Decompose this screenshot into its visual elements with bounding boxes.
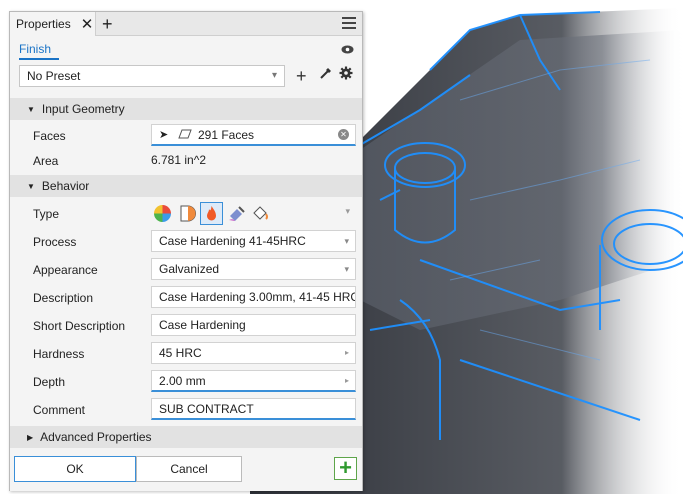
hardness-value: 45 HRC [159, 346, 202, 360]
section-input-geometry-label: Input Geometry [41, 102, 125, 116]
section-advanced-label: Advanced Properties [40, 430, 152, 444]
area-value: 6.781 in^2 [151, 153, 207, 167]
gear-icon[interactable] [339, 66, 353, 86]
faces-label: Faces [33, 129, 66, 143]
process-value: Case Hardening 41-45HRC [159, 234, 306, 248]
add-tab-icon[interactable]: + [102, 14, 113, 34]
depth-label: Depth [33, 375, 66, 389]
clear-icon[interactable]: ✕ [338, 129, 349, 140]
comment-input[interactable]: SUB CONTRACT [151, 398, 356, 420]
finish-underline [19, 58, 59, 60]
face-icon [178, 125, 192, 144]
depth-input[interactable]: 2.00 mm ▸ [151, 370, 356, 392]
paint-bucket-icon[interactable] [251, 204, 270, 223]
section-behavior[interactable]: ▼ Behavior [10, 175, 362, 197]
type-label: Type [33, 207, 60, 221]
paint-finish-icon[interactable] [227, 204, 246, 223]
short-description-row: Short Description Case Hardening [10, 312, 362, 339]
close-icon[interactable]: ✕ [81, 17, 94, 32]
appearance-label: Appearance [33, 263, 98, 277]
chevron-down-icon[interactable]: ▾ [345, 206, 350, 217]
process-label: Process [33, 235, 77, 249]
faces-row: Faces ➤ 291 Faces ✕ [10, 122, 362, 149]
pointer-icon: ➤ [159, 129, 169, 141]
faces-value: 291 Faces [198, 128, 255, 142]
dialog-footer: OK Cancel + [10, 449, 362, 491]
hardness-row: Hardness 45 HRC ▸ [10, 340, 362, 367]
process-dropdown[interactable]: Case Hardening 41-45HRC ▾ [151, 230, 356, 252]
chevron-right-icon[interactable]: ▸ [345, 371, 349, 390]
short-description-input[interactable]: Case Hardening [151, 314, 356, 336]
chevron-down-icon: ▾ [344, 236, 349, 246]
properties-panel: Properties ✕ + Finish No Preset ▾ + ▼ In… [9, 11, 363, 491]
material-coating-icon[interactable] [178, 204, 197, 223]
depth-row: Depth 2.00 mm ▸ [10, 368, 362, 395]
comment-row: Comment SUB CONTRACT [10, 396, 362, 423]
preset-row: No Preset ▾ + [19, 65, 353, 89]
faces-selector[interactable]: ➤ 291 Faces ✕ [151, 124, 356, 146]
eyedropper-icon[interactable] [319, 66, 333, 86]
panel-tab-bar: Properties ✕ + [10, 12, 362, 36]
section-behavior-label: Behavior [41, 179, 90, 193]
preset-dropdown[interactable]: No Preset ▾ [19, 65, 285, 87]
cancel-button[interactable]: Cancel [136, 456, 242, 482]
short-description-value: Case Hardening [159, 318, 246, 332]
collapsed-triangle-icon: ▶ [27, 432, 34, 442]
chevron-down-icon: ▾ [344, 264, 349, 274]
tab-properties-label: Properties [16, 17, 71, 31]
menu-icon[interactable] [342, 17, 356, 32]
comment-label: Comment [33, 403, 86, 417]
expand-triangle-icon: ▼ [27, 181, 35, 191]
depth-value: 2.00 mm [159, 374, 206, 388]
hardness-input[interactable]: 45 HRC ▸ [151, 342, 356, 364]
section-input-geometry[interactable]: ▼ Input Geometry [10, 98, 362, 120]
heat-treatment-icon[interactable] [200, 202, 223, 225]
chevron-right-icon[interactable]: ▸ [345, 343, 349, 363]
appearance-dropdown[interactable]: Galvanized ▾ [151, 258, 356, 280]
short-description-label: Short Description [33, 319, 126, 333]
section-advanced-properties[interactable]: ▶ Advanced Properties [10, 426, 362, 448]
type-icon-group: ▾ [151, 201, 356, 226]
area-label: Area [33, 154, 59, 168]
apply-add-icon[interactable]: + [334, 457, 357, 480]
chevron-down-icon: ▾ [271, 70, 277, 81]
tab-properties[interactable]: Properties ✕ [10, 12, 96, 36]
type-row: Type ▾ [10, 200, 362, 227]
add-preset-icon[interactable]: + [296, 66, 307, 86]
appearance-value: Galvanized [159, 262, 220, 276]
visibility-eye-icon[interactable] [341, 43, 354, 57]
preset-value: No Preset [27, 69, 81, 83]
expand-triangle-icon: ▼ [27, 104, 35, 114]
ok-button[interactable]: OK [14, 456, 136, 482]
description-input[interactable]: Case Hardening 3.00mm, 41-45 HRC [151, 286, 356, 308]
description-label: Description [33, 291, 94, 305]
description-value: Case Hardening 3.00mm, 41-45 HRC [159, 290, 356, 304]
process-row: Process Case Hardening 41-45HRC ▾ [10, 228, 362, 255]
appearance-row: Appearance Galvanized ▾ [10, 256, 362, 283]
description-row: Description Case Hardening 3.00mm, 41-45… [10, 284, 362, 311]
comment-value: SUB CONTRACT [159, 402, 254, 416]
hardness-label: Hardness [33, 347, 85, 361]
finish-link[interactable]: Finish [19, 42, 51, 56]
area-row: Area 6.781 in^2 [10, 147, 362, 174]
appearance-type-icon[interactable] [153, 204, 172, 223]
